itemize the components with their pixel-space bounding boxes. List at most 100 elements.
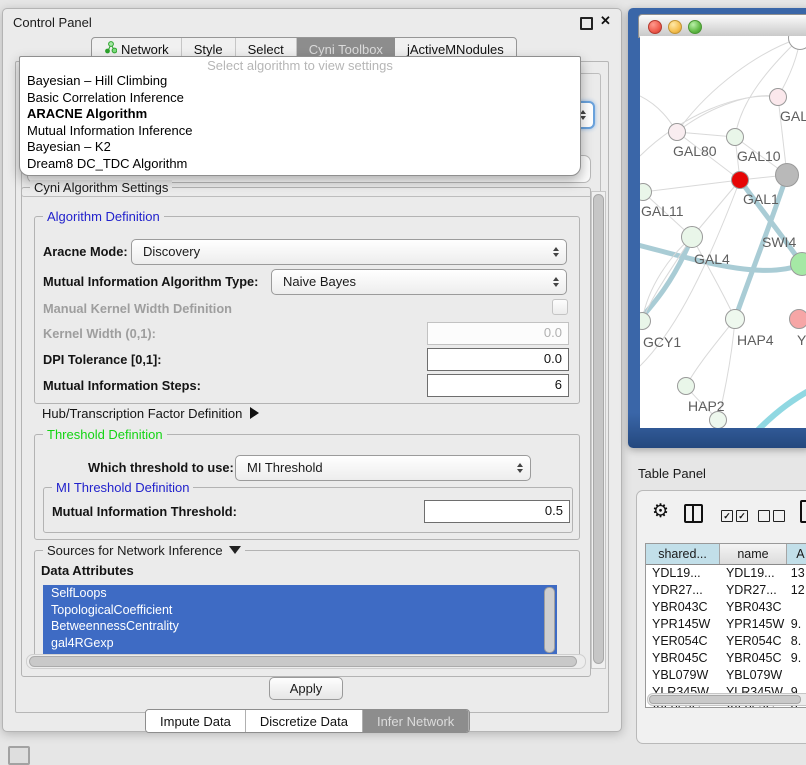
mi-threshold-group-title: MI Threshold Definition (52, 480, 193, 495)
network-node-gal[interactable] (769, 88, 787, 106)
mi-steps-field[interactable]: 6 (427, 374, 569, 397)
minimize-traffic-light-icon[interactable] (668, 20, 682, 34)
mi-threshold-field[interactable]: 0.5 (424, 500, 570, 523)
node-label-gcy1: GCY1 (643, 334, 681, 350)
table-cell: YBR045C (646, 650, 720, 667)
table-row[interactable]: YER054CYER054C8. (646, 633, 806, 650)
page-icon[interactable] (800, 500, 806, 523)
columns-icon[interactable] (684, 504, 703, 523)
table-row[interactable]: YBR043CYBR043C (646, 599, 806, 616)
hub-definition-toggle[interactable]: Hub/Transcription Factor Definition (42, 406, 259, 421)
kernel-width-field[interactable]: 0.0 (427, 322, 569, 345)
network-node-gal80[interactable] (668, 123, 686, 141)
sources-group: Sources for Network Inference Data Attri… (34, 550, 580, 666)
dropdown-item-bayesian-k2[interactable]: Bayesian – K2 (20, 139, 580, 156)
dpi-tolerance-label: DPI Tolerance [0,1]: (43, 352, 162, 367)
node-label-gal11: GAL11 (641, 203, 684, 219)
manual-kernel-checkbox[interactable] (552, 299, 568, 315)
column-header-a[interactable]: A (787, 544, 806, 564)
apply-button[interactable]: Apply (269, 677, 343, 700)
dropdown-item-mutual-information-inference[interactable]: Mutual Information Inference (20, 123, 580, 140)
column-header-shared[interactable]: shared... (646, 544, 720, 564)
network-node-gal4[interactable] (681, 226, 703, 248)
table-cell: 12 (787, 582, 806, 599)
table-cell: YBL079W (720, 667, 787, 684)
dropdown-item-bayesian-hill-climbing[interactable]: Bayesian – Hill Climbing (20, 73, 580, 90)
bottom-tab-strip: Impute DataDiscretize DataInfer Network (145, 709, 470, 733)
network-canvas[interactable]: GALGAL80GAL10GAL1GAL11GAL4SWI4HAP4YGCY1H… (640, 36, 806, 428)
table-body: YDL19...YDL19...13YDR27...YDR27...12YBR0… (646, 565, 806, 708)
mi-steps-label: Mutual Information Steps: (43, 378, 201, 393)
attribute-item-selfloops[interactable]: SelfLoops (43, 585, 557, 602)
aracne-mode-value: Discovery (143, 244, 200, 259)
select-all-icon[interactable]: ✓✓ (721, 510, 748, 522)
list-vertical-scrollbar[interactable] (544, 587, 555, 653)
tab-label: Cyni Toolbox (309, 42, 383, 57)
table-cell: YER054C (720, 633, 787, 650)
bottom-tab-impute-data[interactable]: Impute Data (146, 710, 246, 732)
dropdown-placeholder: Select algorithm to view settings (20, 57, 580, 73)
table-cell (787, 599, 806, 616)
desktop: { "window": { "title": "Control Panel", … (0, 0, 806, 762)
aracne-mode-combo[interactable]: Discovery (131, 239, 567, 265)
deselect-all-icon[interactable] (758, 510, 785, 522)
threshold-definition-group: Threshold Definition Which threshold to … (34, 434, 580, 540)
manual-kernel-label: Manual Kernel Width Definition (43, 301, 232, 316)
node-label-gal4: GAL4 (694, 251, 730, 267)
attribute-item-gal4rgexp[interactable]: gal4RGexp (43, 635, 557, 652)
table-horizontal-scrollbar[interactable] (647, 693, 806, 706)
collapse-down-icon[interactable] (229, 546, 241, 554)
zoom-traffic-light-icon[interactable] (688, 20, 702, 34)
network-node[interactable] (775, 163, 799, 187)
spinner-arrows-icon (553, 247, 559, 257)
table-cell: YDR27... (720, 582, 787, 599)
table-cell (787, 667, 806, 684)
which-threshold-label: Which threshold to use: (88, 460, 234, 475)
dropdown-item-basic-correlation-inference[interactable]: Basic Correlation Inference (20, 90, 580, 107)
network-node-y[interactable] (789, 309, 806, 329)
settings-vertical-scrollbar[interactable] (591, 191, 606, 669)
bottom-tab-infer-network[interactable]: Infer Network (363, 710, 469, 732)
float-window-icon[interactable] (580, 17, 593, 30)
data-attributes-list[interactable]: SelfLoopsTopologicalCoefficientBetweenne… (43, 585, 557, 657)
minimized-panel-icon[interactable] (8, 746, 30, 765)
mi-type-combo[interactable]: Naive Bayes (271, 269, 567, 295)
network-node-hap4[interactable] (725, 309, 745, 329)
column-header-name[interactable]: name (720, 544, 787, 564)
aracne-mode-label: Aracne Mode: (43, 244, 128, 259)
algorithm-dropdown-popup: Select algorithm to view settings Bayesi… (19, 56, 581, 176)
network-node-hap2[interactable] (677, 377, 695, 395)
network-window-titlebar[interactable] (638, 14, 806, 38)
algorithm-definition-title: Algorithm Definition (43, 209, 164, 224)
table-row[interactable]: YBL079WYBL079W (646, 667, 806, 684)
table-cell: YDL19... (646, 565, 720, 582)
settings-horizontal-scrollbar[interactable] (26, 654, 586, 669)
table-header: shared...nameA (646, 544, 806, 565)
table-cell: 9. (787, 616, 806, 633)
which-threshold-value: MI Threshold (247, 460, 323, 475)
mi-type-value: Naive Bayes (283, 274, 356, 289)
table-cell: 13 (787, 565, 806, 582)
gear-icon[interactable]: ⚙ (652, 500, 669, 523)
spinner-arrows-icon (517, 463, 523, 473)
network-node-gal10[interactable] (726, 128, 744, 146)
dropdown-item-aracne-algorithm[interactable]: ARACNE Algorithm (20, 106, 580, 123)
table-row[interactable]: YDL19...YDL19...13 (646, 565, 806, 582)
network-node[interactable] (709, 411, 727, 428)
tab-label: jActiveMNodules (407, 42, 504, 57)
attribute-item-betweennesscentrality[interactable]: BetweennessCentrality (43, 618, 557, 635)
table-row[interactable]: YDR27...YDR27...12 (646, 582, 806, 599)
which-threshold-combo[interactable]: MI Threshold (235, 455, 531, 481)
table-row[interactable]: YPR145WYPR145W9. (646, 616, 806, 633)
dropdown-item-dream8-dc-tdc-algorithm[interactable]: Dream8 DC_TDC Algorithm (20, 156, 580, 173)
close-traffic-light-icon[interactable] (648, 20, 662, 34)
table-row[interactable]: YBR045CYBR045C9. (646, 650, 806, 667)
mi-threshold-group: MI Threshold Definition Mutual Informati… (43, 487, 573, 533)
attribute-item-topologicalcoefficient[interactable]: TopologicalCoefficient (43, 602, 557, 619)
bottom-tab-discretize-data[interactable]: Discretize Data (246, 710, 363, 732)
network-node-gal1[interactable] (731, 171, 749, 189)
data-attributes-label: Data Attributes (41, 563, 134, 578)
dpi-tolerance-field[interactable]: 0.0 (427, 348, 569, 371)
table-cell: YPR145W (646, 616, 720, 633)
close-icon[interactable]: ✕ (600, 13, 611, 29)
